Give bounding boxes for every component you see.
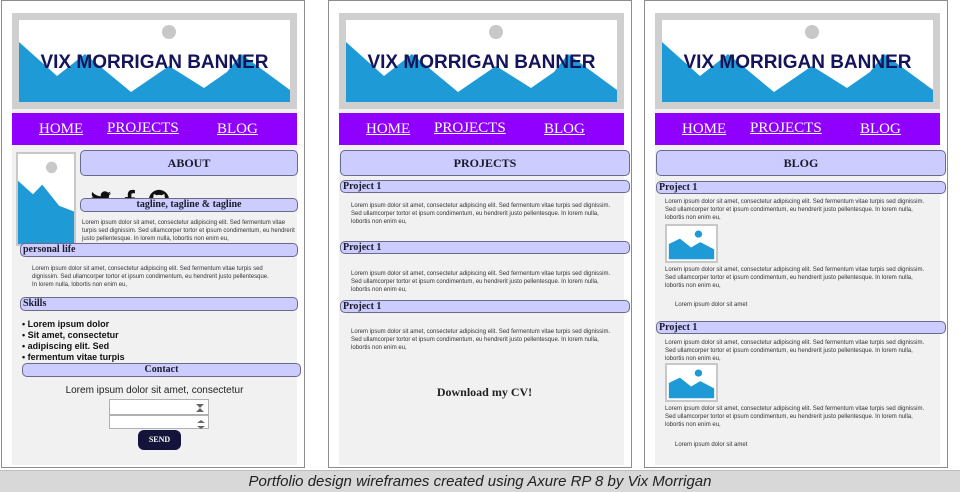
blog-heading: BLOG: [656, 150, 946, 176]
contact-input[interactable]: [109, 399, 209, 415]
blog-page: VIX MORRIGAN BANNER HOME PROJECTS BLOG B…: [655, 13, 946, 465]
project-text: Lorem ipsum dolor sit amet, consectetur …: [351, 203, 611, 225]
banner-image: VIX MORRIGAN BANNER: [19, 20, 290, 102]
banner-image: VIX MORRIGAN BANNER: [346, 20, 617, 102]
nav-blog-link[interactable]: BLOG: [217, 121, 258, 138]
blog-post-short-text: Lorem ipsum dolor sit amet: [675, 442, 748, 448]
projects-heading: PROJECTS: [340, 150, 630, 176]
blog-post-image: [665, 363, 718, 402]
blog-post-text: Lorem ipsum dolor sit amet, consectetur …: [665, 267, 925, 289]
banner-image: VIX MORRIGAN BANNER: [662, 20, 933, 102]
image-placeholder-icon: [668, 230, 715, 260]
blog-post-title: Project 1: [656, 181, 946, 194]
skills-list: Lorem ipsum dolor Sit amet, consectetur …: [22, 319, 125, 363]
contact-heading: Contact: [22, 363, 301, 377]
nav-blog-link[interactable]: BLOG: [860, 121, 901, 138]
blog-post-text: Lorem ipsum dolor sit amet, consectetur …: [665, 199, 925, 221]
caption: Portfolio design wireframes created usin…: [0, 470, 960, 492]
nav-projects-link[interactable]: PROJECTS: [750, 120, 822, 137]
image-placeholder-icon: [668, 369, 715, 399]
nav-projects-link[interactable]: PROJECTS: [107, 120, 179, 137]
project-title: Project 1: [340, 300, 630, 313]
about-wireframe: VIX MORRIGAN BANNER HOME PROJECTS BLOG A…: [1, 0, 305, 468]
banner: VIX MORRIGAN BANNER: [339, 13, 624, 109]
project-text: Lorem ipsum dolor sit amet, consectetur …: [351, 329, 611, 351]
projects-page: VIX MORRIGAN BANNER HOME PROJECTS BLOG P…: [339, 13, 630, 465]
image-placeholder-icon: [18, 161, 74, 244]
banner-title: VIX MORRIGAN BANNER: [367, 52, 596, 73]
skill-item: adipiscing elit. Sed: [22, 341, 125, 352]
skill-item: fermentum vitae turpis: [22, 352, 125, 363]
banner: VIX MORRIGAN BANNER: [12, 13, 297, 109]
profile-image: [16, 152, 76, 246]
skill-item: Sit amet, consectetur: [22, 330, 125, 341]
nav-home-link[interactable]: HOME: [366, 121, 410, 138]
nav-bar: HOME PROJECTS BLOG: [12, 113, 297, 145]
banner-title: VIX MORRIGAN BANNER: [40, 52, 269, 73]
nav-projects-link[interactable]: PROJECTS: [434, 120, 506, 137]
skill-item: Lorem ipsum dolor: [22, 319, 125, 330]
resize-handle-icon: [194, 401, 206, 413]
about-heading: ABOUT: [80, 150, 298, 176]
tagline: tagline, tagline & tagline: [80, 198, 298, 212]
nav-bar: HOME PROJECTS BLOG: [655, 113, 940, 145]
blog-post-image: [665, 224, 718, 263]
skills-heading: Skills: [20, 297, 298, 311]
contact-text: Lorem ipsum dolor sit amet, consectetur: [65, 385, 244, 396]
personal-life-heading: personal life: [20, 243, 298, 257]
blog-post-text: Lorem ipsum dolor sit amet, consectetur …: [665, 406, 925, 428]
project-text: Lorem ipsum dolor sit amet, consectetur …: [351, 271, 611, 293]
send-button[interactable]: SEND: [138, 430, 181, 450]
banner: VIX MORRIGAN BANNER: [655, 13, 940, 109]
project-title: Project 1: [340, 180, 630, 193]
contact-select[interactable]: [109, 415, 209, 429]
banner-title: VIX MORRIGAN BANNER: [683, 52, 912, 73]
about-page: VIX MORRIGAN BANNER HOME PROJECTS BLOG A…: [12, 13, 301, 465]
nav-home-link[interactable]: HOME: [682, 121, 726, 138]
stepper-arrows-icon: [196, 417, 206, 429]
blog-wireframe: VIX MORRIGAN BANNER HOME PROJECTS BLOG B…: [644, 0, 948, 468]
personal-life-text: Lorem ipsum dolor sit amet, consectetur …: [32, 266, 269, 288]
nav-bar: HOME PROJECTS BLOG: [339, 113, 624, 145]
nav-home-link[interactable]: HOME: [39, 121, 83, 138]
blog-post-short-text: Lorem ipsum dolor sit amet: [675, 302, 748, 308]
about-intro-text: Lorem ipsum dolor sit amet, consectetur …: [82, 220, 295, 242]
project-title: Project 1: [340, 241, 630, 254]
projects-wireframe: VIX MORRIGAN BANNER HOME PROJECTS BLOG P…: [328, 0, 632, 468]
blog-post-title: Project 1: [656, 321, 946, 334]
blog-post-text: Lorem ipsum dolor sit amet, consectetur …: [665, 340, 925, 362]
download-cv-link[interactable]: Download my CV!: [339, 385, 630, 400]
nav-blog-link[interactable]: BLOG: [544, 121, 585, 138]
